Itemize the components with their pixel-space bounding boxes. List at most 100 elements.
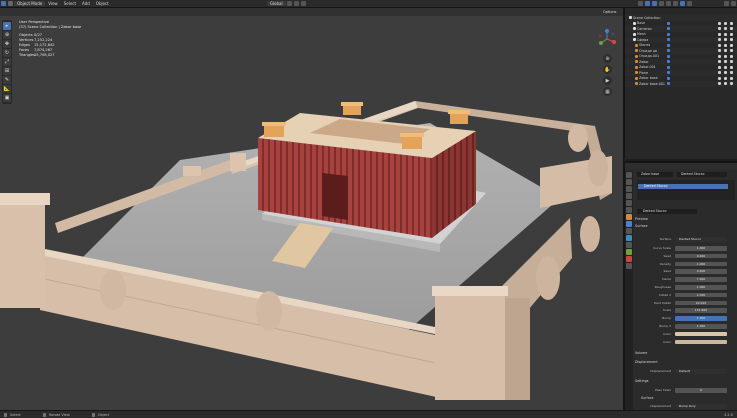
checkbox-icon[interactable] — [718, 32, 721, 36]
modifier-icon[interactable] — [667, 49, 670, 53]
camera-icon[interactable] — [730, 27, 733, 31]
eye-icon[interactable] — [724, 65, 727, 69]
modifier-icon[interactable] — [667, 27, 670, 31]
pan-icon[interactable]: ✋ — [603, 65, 612, 74]
xray-icon[interactable] — [659, 1, 664, 6]
shader-input-field[interactable]: 7.400 — [675, 277, 727, 282]
eye-icon[interactable] — [724, 71, 727, 75]
overlay-icon[interactable] — [652, 1, 657, 6]
material-selector[interactable]: Dented Stucco — [637, 209, 697, 214]
shader-input-field[interactable]: 0.400 — [675, 253, 727, 259]
modifier-icon[interactable] — [667, 76, 670, 80]
shader-input-field[interactable]: 1.000 — [675, 261, 727, 267]
eye-icon[interactable] — [724, 38, 727, 42]
shader-input-field[interactable]: 1.000 — [675, 324, 727, 329]
shader-input-field[interactable]: 19.120 — [675, 300, 727, 306]
snap-icon[interactable] — [293, 1, 299, 6]
shading-rendered-icon[interactable] — [687, 1, 692, 6]
surface-shader-field[interactable]: Dented Stucco — [675, 237, 727, 242]
checkbox-icon[interactable] — [718, 71, 721, 75]
gizmo-icon[interactable] — [645, 1, 650, 6]
zoom-icon[interactable]: ⊕ — [603, 54, 612, 63]
camera-icon[interactable] — [730, 38, 733, 42]
transform-orientation-dropdown[interactable]: Global — [266, 1, 286, 6]
camera-icon[interactable] — [730, 82, 733, 86]
shader-input-field[interactable]: 0.400 — [675, 269, 727, 274]
scale-tool-icon[interactable]: ⤢ — [3, 58, 11, 66]
color-swatch[interactable] — [675, 339, 727, 345]
camera-icon[interactable] — [730, 71, 733, 75]
section-volume[interactable]: Volume — [635, 351, 647, 356]
scene-render[interactable] — [0, 8, 623, 410]
section-preview[interactable]: Preview — [635, 217, 648, 222]
object-tab-icon[interactable] — [626, 214, 632, 220]
eye-icon[interactable] — [724, 49, 727, 53]
section-settings[interactable]: Settings — [635, 379, 649, 384]
annotate-tool-icon[interactable]: ✎ — [3, 76, 11, 84]
cursor-tool-icon[interactable]: ⊕ — [3, 31, 11, 39]
menu-view[interactable]: View — [45, 1, 61, 6]
navigation-gizmo[interactable] — [596, 28, 618, 50]
options-button[interactable]: Options — [603, 10, 617, 14]
shader-input-field[interactable]: 1.000 — [675, 246, 727, 251]
section-surface[interactable]: Surface — [635, 224, 648, 229]
transform-tool-icon[interactable]: ⊞ — [3, 67, 11, 75]
checkbox-icon[interactable] — [718, 76, 721, 80]
modifier-icon[interactable] — [667, 71, 670, 75]
outliner-item[interactable]: Zabor base.001 — [625, 81, 737, 87]
camera-icon[interactable] — [730, 43, 733, 47]
view-layer-tab-icon[interactable] — [626, 193, 632, 199]
camera-view-icon[interactable]: ▶ — [603, 76, 612, 85]
add-cube-tool-icon[interactable]: ▣ — [3, 94, 11, 102]
shading-material-icon[interactable] — [680, 1, 685, 6]
eye-icon[interactable] — [724, 82, 727, 86]
modifier-icon[interactable] — [667, 65, 670, 69]
filter-icon[interactable] — [731, 1, 736, 6]
checkbox-icon[interactable] — [718, 82, 721, 86]
section-surface-settings[interactable]: Surface — [641, 396, 654, 401]
outliner-editor-icon[interactable] — [724, 1, 729, 6]
shader-input-field[interactable]: 101.660 — [675, 308, 727, 313]
eye-icon[interactable] — [724, 27, 727, 31]
render-tab-icon[interactable] — [626, 179, 632, 185]
eye-icon[interactable] — [724, 21, 727, 25]
eye-icon[interactable] — [724, 43, 727, 47]
eye-icon[interactable] — [724, 60, 727, 64]
color-swatch[interactable] — [675, 331, 727, 337]
select-tool-icon[interactable]: ▸ — [3, 22, 11, 30]
output-tab-icon[interactable] — [626, 186, 632, 192]
pass-index-field[interactable]: 0 — [675, 388, 727, 393]
material-slot-item[interactable]: Dented Stucco — [638, 184, 728, 189]
eye-icon[interactable] — [724, 54, 727, 58]
displacement-field[interactable]: Default — [675, 369, 727, 374]
camera-icon[interactable] — [730, 21, 733, 25]
eye-icon[interactable] — [724, 32, 727, 36]
move-tool-icon[interactable]: ✥ — [3, 40, 11, 48]
proportional-edit-icon[interactable] — [300, 1, 306, 6]
object-mode-dropdown[interactable]: Object Mode — [14, 1, 46, 6]
visibility-icon[interactable] — [638, 1, 643, 6]
object-name-field[interactable]: Zabor base — [637, 172, 673, 177]
camera-icon[interactable] — [730, 60, 733, 64]
eye-icon[interactable] — [724, 76, 727, 80]
modifier-icon[interactable] — [667, 60, 670, 64]
menu-add[interactable]: Add — [79, 1, 93, 6]
scene-tab-icon[interactable] — [626, 200, 632, 206]
shader-input-field[interactable]: 2.300 — [675, 292, 727, 298]
camera-icon[interactable] — [730, 76, 733, 80]
checkbox-icon[interactable] — [718, 54, 721, 58]
measure-tool-icon[interactable]: 📐 — [3, 85, 11, 93]
world-tab-icon[interactable] — [626, 207, 632, 213]
camera-icon[interactable] — [730, 32, 733, 36]
camera-icon[interactable] — [730, 54, 733, 58]
editor-type-icon[interactable] — [1, 1, 6, 6]
tool-tab-icon[interactable] — [626, 172, 632, 178]
shader-input-field[interactable]: 1.000 — [675, 285, 727, 290]
modifier-icon[interactable] — [667, 21, 670, 25]
mode-icon[interactable] — [8, 1, 13, 6]
menu-select[interactable]: Select — [61, 1, 79, 6]
modifier-icon[interactable] — [667, 43, 670, 47]
camera-icon[interactable] — [730, 49, 733, 53]
shading-wire-icon[interactable] — [666, 1, 671, 6]
displacement-method-field[interactable]: Bump Only — [675, 404, 727, 409]
